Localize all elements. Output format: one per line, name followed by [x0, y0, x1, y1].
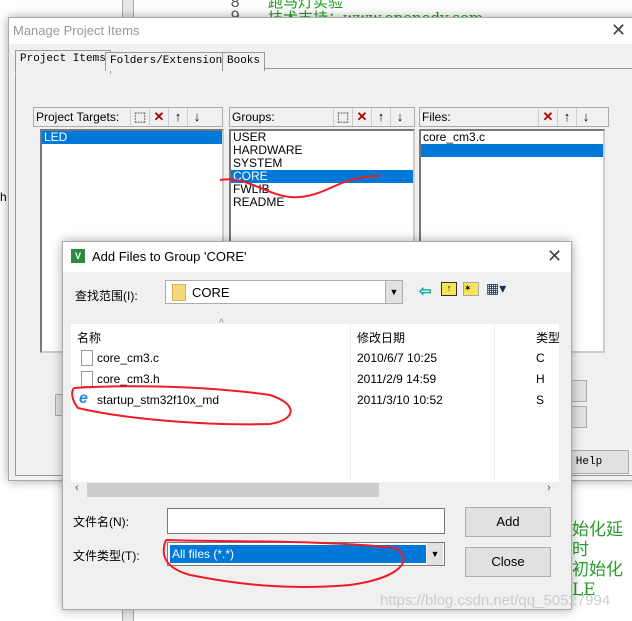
red-annotations [71, 175, 405, 588]
annotation-stroke [71, 385, 292, 426]
annotation-stroke [162, 539, 405, 588]
annotation-stroke [219, 175, 381, 199]
